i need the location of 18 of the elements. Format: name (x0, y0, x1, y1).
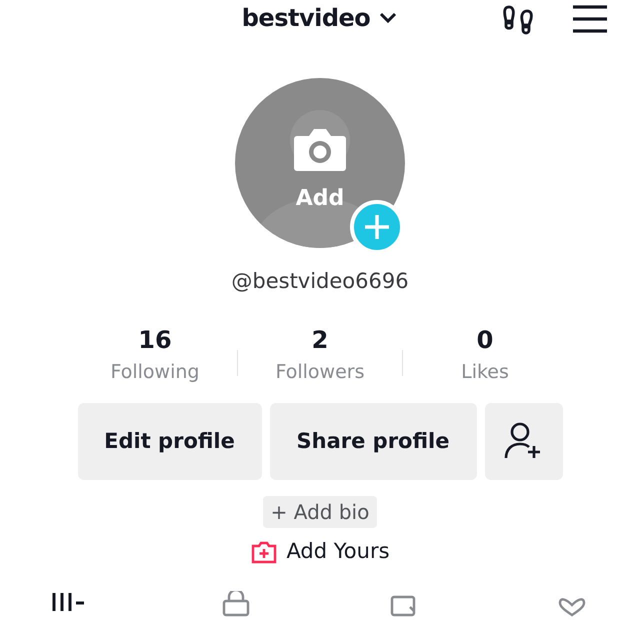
camera-icon (293, 126, 347, 172)
stat-label[interactable]: Likes (461, 358, 509, 387)
menu-icon[interactable] (572, 4, 608, 34)
add-bio-button[interactable]: + Add bio (262, 496, 378, 528)
add-friend-button[interactable] (484, 402, 562, 480)
stat-count: 0 (476, 326, 494, 354)
stat-label[interactable]: Followers (276, 358, 364, 387)
avatar-label: Add (294, 185, 346, 213)
profile-button[interactable]: Share profile (270, 402, 476, 480)
username-handle: @bestvideo6696 (231, 268, 409, 295)
add-sticker-icon (250, 540, 278, 564)
profile-button[interactable]: Edit profile (78, 402, 262, 480)
chevron-down-icon (378, 11, 398, 25)
stat-count: 2 (312, 326, 328, 354)
add-yours-button[interactable]: Add Yours (250, 536, 390, 568)
stat-label[interactable]: Following (110, 358, 200, 387)
account-switcher[interactable]: bestvideo (242, 0, 398, 36)
stat-count: 16 (138, 326, 172, 354)
